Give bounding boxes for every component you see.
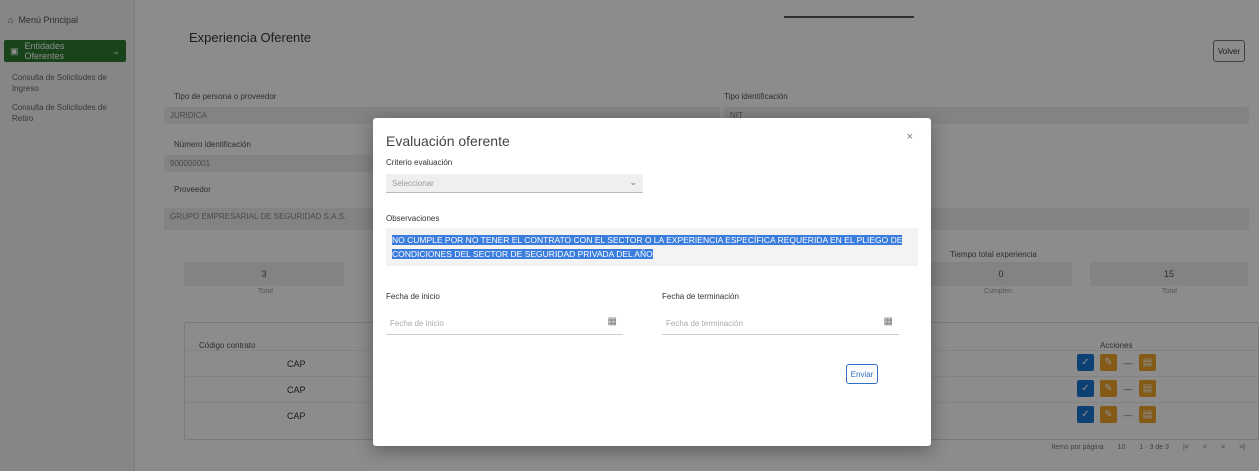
criterion-label: Criterio evaluación xyxy=(386,158,453,167)
observaciones-label: Observaciones xyxy=(386,214,440,223)
fecha-terminacion-label: Fecha de terminación xyxy=(662,292,739,301)
send-button[interactable]: Enviar xyxy=(846,364,878,384)
observaciones-textarea[interactable]: NO CUMPLE POR NO TENER EL CONTRATO CON E… xyxy=(386,228,918,266)
fecha-inicio-placeholder: Fecha de inicio xyxy=(390,319,444,328)
calendar-icon[interactable]: ▦ xyxy=(884,316,893,327)
evaluation-dialog: Evaluación oferente × Criterio evaluació… xyxy=(373,118,931,446)
criterion-select[interactable]: Seleccionar ⌄ xyxy=(386,174,643,193)
fecha-terminacion-placeholder: Fecha de terminación xyxy=(666,319,743,328)
fecha-terminacion-input[interactable]: Fecha de terminación ▦ xyxy=(662,311,899,335)
criterion-value: Seleccionar xyxy=(392,179,434,188)
observaciones-selected-text: NO CUMPLE POR NO TENER EL CONTRATO CON E… xyxy=(392,235,903,259)
calendar-icon[interactable]: ▦ xyxy=(608,316,617,327)
fecha-inicio-label: Fecha de inicio xyxy=(386,292,440,301)
fecha-inicio-input[interactable]: Fecha de inicio ▦ xyxy=(386,311,623,335)
close-icon[interactable]: × xyxy=(907,131,913,143)
chevron-down-icon: ⌄ xyxy=(629,177,637,187)
dialog-title: Evaluación oferente xyxy=(386,133,510,149)
